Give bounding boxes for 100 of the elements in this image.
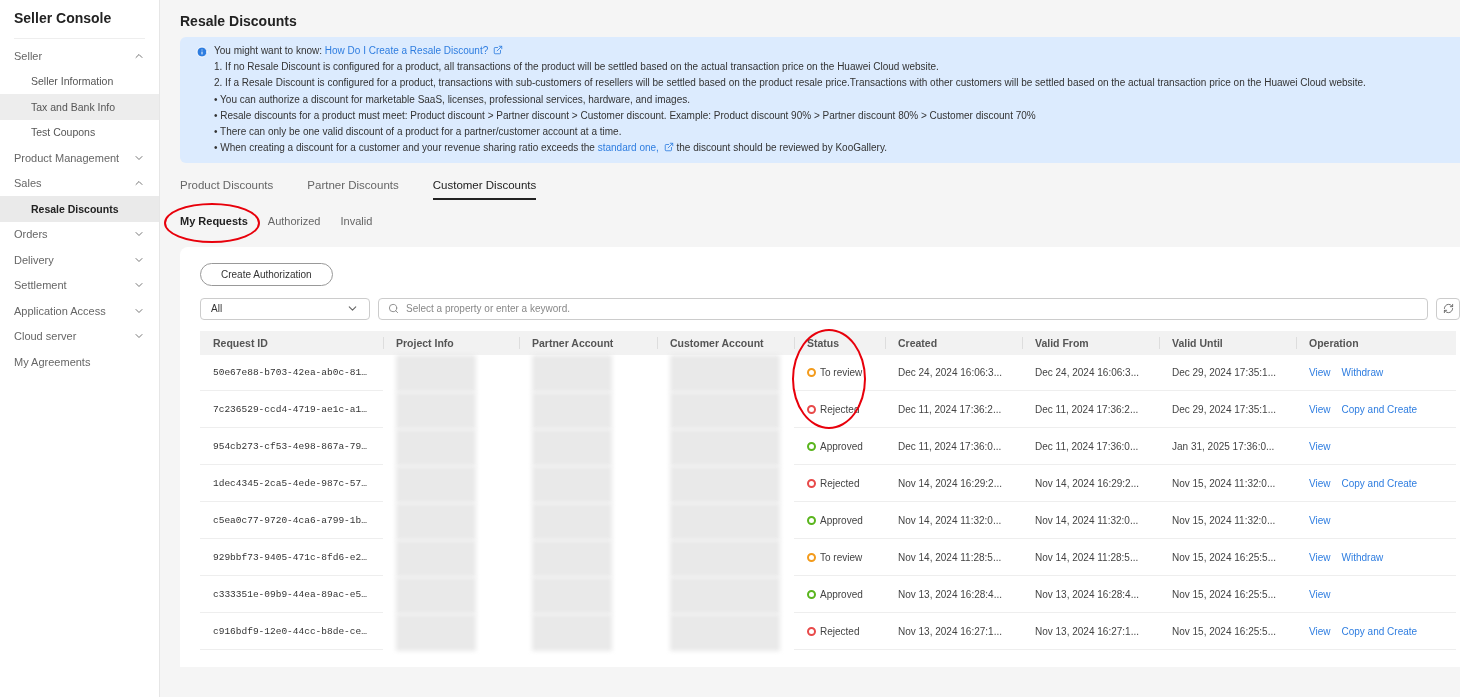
info-line: • There can only be one valid discount of a product for a partner/customer account at a time. (214, 125, 623, 139)
info-line: • You can authorize a discount for marketable SaaS, licenses, professional services, hardware, and images. (214, 93, 691, 107)
sidebar-item[interactable]: Settlement (0, 272, 159, 298)
table-cell: 1dec4345-2ca5-4ede-987c-57… (200, 465, 383, 503)
tab[interactable]: Product Discounts (180, 178, 274, 200)
table-cell: Nov 15, 2024 16:25:5... (1159, 613, 1296, 651)
column-header: Customer Account (657, 330, 794, 355)
external-link-icon (663, 142, 674, 153)
tab[interactable]: Customer Discounts (432, 178, 537, 200)
tab[interactable]: Partner Discounts (307, 178, 399, 200)
status-label: To review (807, 551, 863, 563)
action-link[interactable]: Withdraw (1341, 551, 1384, 563)
action-link[interactable]: View (1309, 440, 1331, 452)
create-authorization-button[interactable]: Create Authorization (200, 262, 333, 286)
sub-tab[interactable]: My Requests (180, 214, 248, 227)
sidebar-item[interactable]: Application Access (0, 298, 159, 324)
action-link[interactable]: Copy and Create (1341, 477, 1418, 489)
help-link[interactable]: How Do I Create a Resale Discount? (324, 45, 489, 56)
table-cell: Nov 14, 2024 11:28:5... (1022, 539, 1159, 577)
column-header: Valid From (1022, 330, 1159, 355)
action-link[interactable]: View (1309, 366, 1331, 378)
table-cell: Dec 11, 2024 17:36:0... (885, 428, 1022, 466)
help-link[interactable]: standard one, (597, 142, 659, 154)
sidebar-subitem[interactable]: Tax and Bank Info (0, 94, 159, 120)
sidebar-item[interactable]: Seller (0, 43, 159, 69)
info-icon (196, 46, 208, 58)
info-line: You might want to know: How Do I Create a Resale Discount? (214, 45, 1366, 58)
status-label: Rejected (807, 477, 860, 489)
sidebar-item[interactable]: My Agreements (0, 349, 159, 375)
column-header: Operation (1296, 330, 1456, 355)
status-label: Approved (807, 588, 863, 600)
table-cell: 929bbf73-9405-471c-8fd6-e2… (200, 539, 383, 577)
column-header: Created (885, 330, 1022, 355)
table-cell: Nov 15, 2024 11:32:0... (1159, 465, 1296, 503)
sidebar-item[interactable]: Cloud server (0, 323, 159, 349)
table-cell: Nov 14, 2024 16:29:2... (885, 465, 1022, 503)
column-header: Project Info (383, 330, 519, 355)
action-link[interactable]: Copy and Create (1341, 403, 1418, 415)
info-line: • When creating a discount for a customer and your revenue sharing ratio exceeds the standard one, the discount should be reviewed by KooGallery. (214, 142, 888, 155)
search-field[interactable]: Select a property or enter a keyword. (378, 297, 1428, 320)
info-line: 1. If no Resale Discount is configured for a product, all transactions of the product will be settled based on the actual transaction price on the Huawei Cloud website. (214, 61, 940, 74)
action-link[interactable]: View (1309, 403, 1331, 415)
table-cell: Dec 29, 2024 17:35:1... (1159, 354, 1296, 392)
info-line: • Resale discounts for a product must meet: Product discount > Partner discount > Customer discount. Example: Product discount 90% > Partner discount 80% > Customer discount 70% (214, 109, 1037, 123)
sidebar-item[interactable]: Orders (0, 221, 159, 247)
search-icon (388, 302, 399, 314)
table-cell: Nov 14, 2024 11:32:0... (1022, 502, 1159, 540)
refresh-button[interactable] (1436, 297, 1460, 320)
status-label: Approved (807, 514, 863, 526)
table-cell: Nov 13, 2024 16:28:4... (885, 576, 1022, 614)
sidebar-subitem[interactable]: Resale Discounts (0, 196, 159, 222)
action-link[interactable]: View (1309, 477, 1331, 489)
table-cell: Nov 14, 2024 11:28:5... (885, 539, 1022, 577)
status-label: Rejected (807, 625, 860, 637)
status-label: Approved (807, 440, 863, 452)
action-link[interactable]: View (1309, 514, 1331, 526)
table-cell: Nov 14, 2024 16:29:2... (1022, 465, 1159, 503)
table-cell: 7c236529-ccd4-4719-ae1c-a1… (200, 391, 383, 429)
table-cell: Dec 11, 2024 17:36:2... (1022, 391, 1159, 429)
column-header: Status (794, 330, 885, 355)
table-cell: Nov 13, 2024 16:27:1... (885, 613, 1022, 651)
sidebar-title: Seller Console (13, 9, 113, 28)
action-link[interactable]: View (1309, 625, 1331, 637)
column-header: Partner Account (519, 330, 657, 355)
page-title: Resale Discounts (180, 12, 298, 31)
table-cell: c5ea0c77-9720-4ca6-a799-1b… (200, 502, 383, 540)
sub-tab[interactable]: Invalid (340, 214, 373, 227)
column-header: Request ID (200, 330, 383, 355)
sidebar-subitem[interactable]: Seller Information (0, 68, 159, 94)
table-cell: Jan 31, 2025 17:36:0... (1159, 428, 1296, 466)
table-cell: c333351e-09b9-44ea-89ac-e5… (200, 576, 383, 614)
table-cell: Nov 14, 2024 11:32:0... (885, 502, 1022, 540)
action-link[interactable]: View (1309, 588, 1331, 600)
table-cell: Nov 15, 2024 11:32:0... (1159, 502, 1296, 540)
info-line: 2. If a Resale Discount is configured for a product, transactions with sub-customers of resellers will be settled based on the product resale price.Transactions with other customers will be settled based on the actual transaction price on the Huawei Cloud website. (214, 77, 1366, 90)
table-cell: Dec 29, 2024 17:35:1... (1159, 391, 1296, 429)
sub-tab[interactable]: Authorized (267, 214, 321, 227)
table-cell: Dec 24, 2024 16:06:3... (1022, 354, 1159, 392)
table-cell: 50e67e88-b703-42ea-ab0c-81… (200, 354, 383, 392)
table-cell: Nov 13, 2024 16:28:4... (1022, 576, 1159, 614)
column-header: Valid Until (1159, 330, 1296, 355)
table-cell: Nov 15, 2024 16:25:5... (1159, 539, 1296, 577)
table-cell: 954cb273-cf53-4e98-867a-79… (200, 428, 383, 466)
table-cell: Dec 11, 2024 17:36:2... (885, 391, 1022, 429)
action-link[interactable]: Copy and Create (1341, 625, 1418, 637)
table-cell: Dec 24, 2024 16:06:3... (885, 354, 1022, 392)
sidebar-item[interactable]: Delivery (0, 247, 159, 273)
filter-select[interactable]: All (200, 297, 370, 320)
action-link[interactable]: Withdraw (1341, 366, 1384, 378)
sidebar-item[interactable]: Product Management (0, 145, 159, 171)
refresh-icon (1442, 303, 1454, 315)
external-link-icon (493, 45, 503, 55)
sidebar-subitem[interactable]: Test Coupons (0, 119, 159, 145)
table-cell: Nov 15, 2024 16:25:5... (1159, 576, 1296, 614)
status-label: To review (807, 366, 863, 378)
sidebar-item[interactable]: Sales (0, 170, 159, 196)
action-link[interactable]: View (1309, 551, 1331, 563)
table-cell: Nov 13, 2024 16:27:1... (1022, 613, 1159, 651)
table-cell: Dec 11, 2024 17:36:0... (1022, 428, 1159, 466)
table-cell: c916bdf9-12e0-44cc-b8de-ce… (200, 613, 383, 651)
